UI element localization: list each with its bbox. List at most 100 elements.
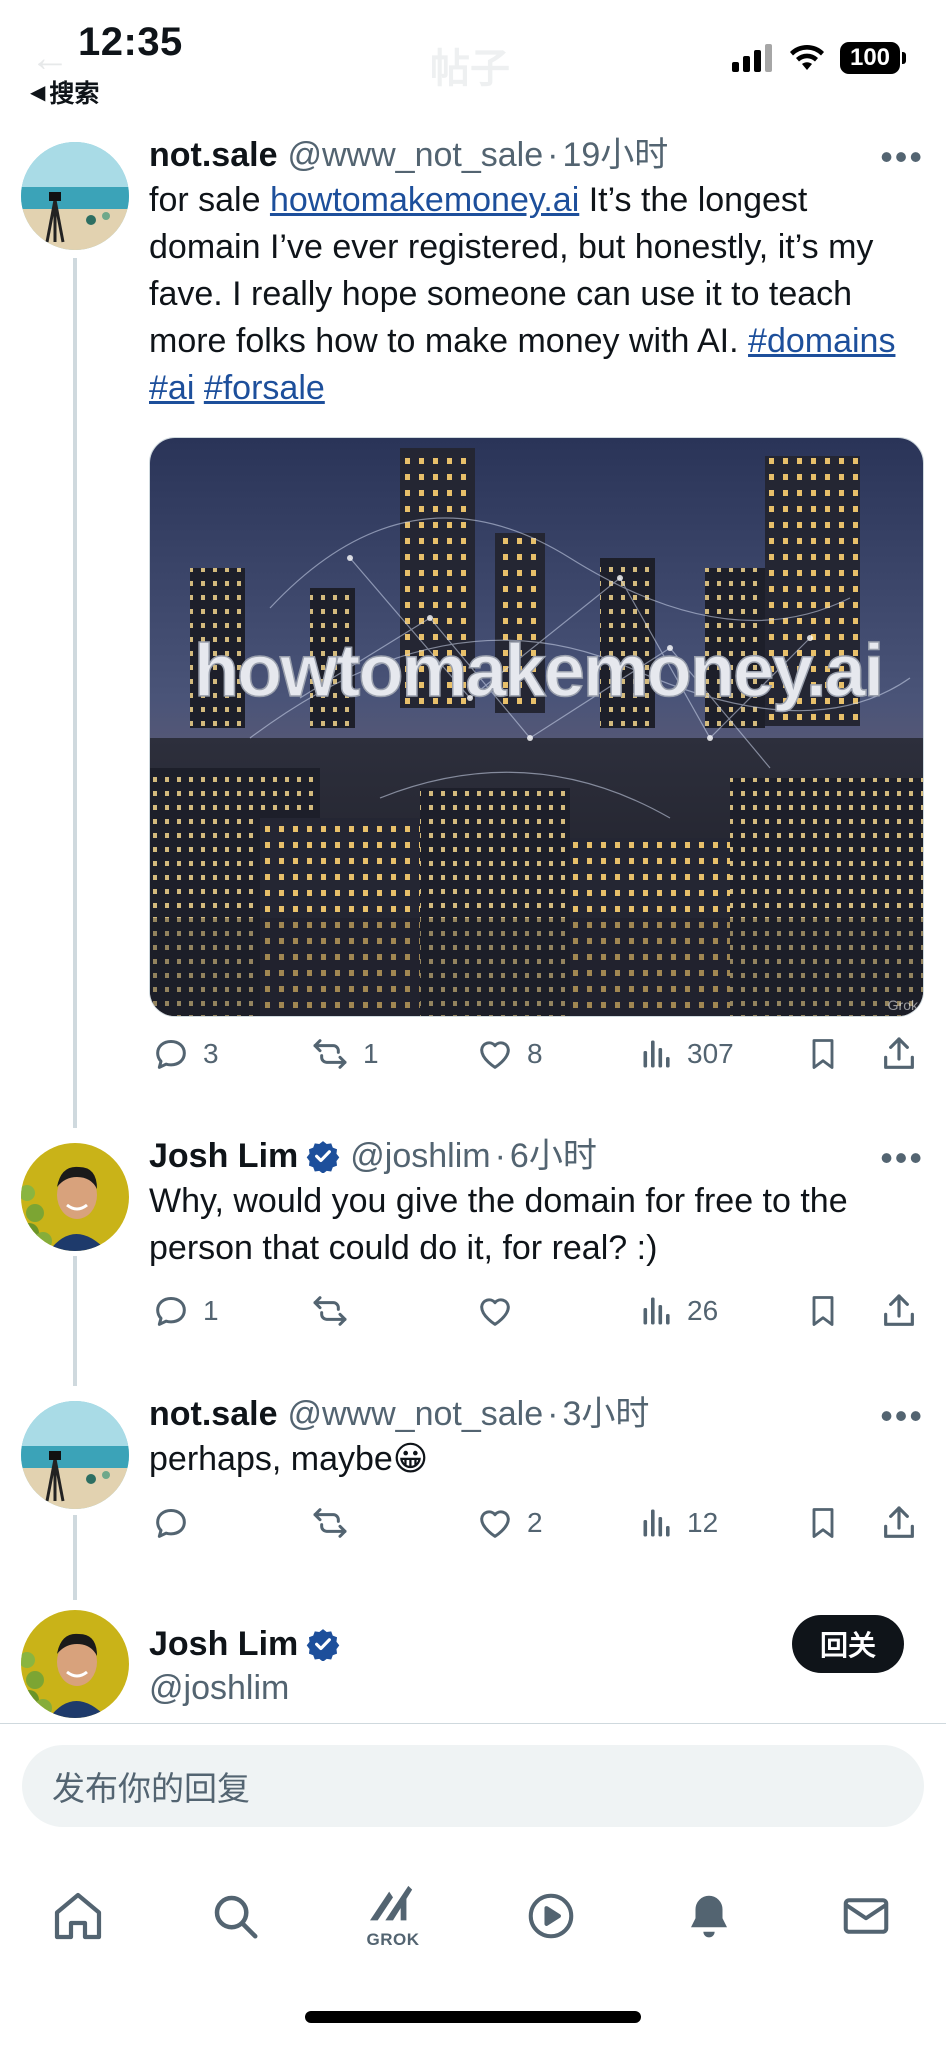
reply-icon	[156, 1297, 186, 1326]
views-button[interactable]: 12	[639, 1503, 718, 1543]
reply-author-header: Josh Lim @joshlim 回关	[0, 1598, 946, 1723]
views-chart-icon	[643, 1040, 670, 1068]
home-icon	[54, 1892, 102, 1940]
share-icon	[884, 1037, 914, 1069]
tab-video[interactable]	[511, 1876, 591, 1956]
beach-avatar-image	[21, 1401, 129, 1509]
domain-link[interactable]: howtomakemoney.ai	[270, 181, 579, 219]
separator-dot: ·	[547, 136, 559, 174]
post-content: not.sale @www_not_sale · 19小时 ••• for sa…	[149, 134, 924, 412]
reply-button[interactable]	[151, 1503, 203, 1543]
post-content: Josh Lim @joshlim · 6小时 ••• Why, would y…	[149, 1135, 924, 1272]
like-button[interactable]: 8	[475, 1034, 543, 1074]
post-actions: 1 26	[149, 1291, 924, 1341]
avatar[interactable]	[21, 1610, 129, 1718]
repost-icon	[313, 1039, 347, 1069]
status-icons: 100	[732, 42, 906, 74]
share-icon	[884, 1294, 914, 1326]
grok-icon	[370, 1885, 413, 1921]
tab-search[interactable]	[195, 1876, 275, 1956]
hashtag-link[interactable]: #ai	[149, 369, 194, 407]
repost-icon	[313, 1296, 347, 1326]
wifi-icon	[790, 44, 824, 70]
like-button[interactable]	[475, 1291, 527, 1331]
post-image[interactable]: howtomakemoney.ai Grok	[149, 437, 924, 1017]
follow-back-button[interactable]: 回关	[791, 1615, 904, 1673]
author-name[interactable]: not.sale	[149, 134, 277, 176]
author-handle[interactable]: @www_not_sale	[287, 1393, 543, 1435]
heart-icon	[480, 1041, 510, 1069]
views-count: 26	[687, 1295, 719, 1326]
views-button[interactable]: 307	[639, 1034, 734, 1074]
more-options-icon[interactable]: •••	[880, 139, 924, 175]
bookmark-button[interactable]	[805, 1034, 841, 1074]
heart-icon	[480, 1510, 510, 1538]
repost-button[interactable]: 1	[309, 1034, 379, 1074]
post-time[interactable]: 6小时	[510, 1135, 597, 1177]
post-time[interactable]: 3小时	[562, 1393, 649, 1435]
bookmark-icon	[812, 1508, 834, 1538]
views-button[interactable]: 26	[639, 1291, 718, 1331]
portrait-avatar-image	[21, 1610, 129, 1718]
reply-icon	[156, 1509, 186, 1538]
more-options-icon[interactable]: •••	[880, 1140, 924, 1176]
post-header: not.sale @www_not_sale · 3小时	[149, 1393, 924, 1435]
views-chart-icon	[643, 1509, 670, 1537]
reply-count: 3	[203, 1038, 219, 1069]
tab-messages[interactable]	[826, 1876, 906, 1956]
share-button[interactable]	[879, 1503, 919, 1543]
share-button[interactable]	[879, 1034, 919, 1074]
like-count: 8	[527, 1038, 543, 1069]
like-button[interactable]: 2	[475, 1503, 543, 1543]
author-name[interactable]: Josh Lim	[149, 1135, 298, 1177]
bottom-tab-bar: GROK	[0, 1858, 946, 1968]
bookmark-button[interactable]	[805, 1291, 841, 1331]
hashtag-link[interactable]: #forsale	[204, 369, 325, 407]
share-icon	[884, 1506, 914, 1538]
repost-button[interactable]	[309, 1291, 363, 1331]
repost-button[interactable]	[309, 1503, 363, 1543]
author-handle[interactable]: @www_not_sale	[287, 134, 543, 176]
back-to-search-label: 搜索	[49, 80, 100, 108]
bookmark-icon	[812, 1296, 834, 1326]
reply-author-handle-row: @joshlim	[149, 1667, 924, 1709]
reply-button[interactable]: 1	[151, 1291, 219, 1331]
reply-button[interactable]: 3	[151, 1034, 219, 1074]
avatar[interactable]	[21, 1401, 129, 1509]
avatar[interactable]	[21, 1143, 129, 1251]
author-handle[interactable]: @joshlim	[149, 1667, 289, 1709]
author-name[interactable]: Josh Lim	[149, 1623, 298, 1665]
back-triangle-icon: ◀	[30, 81, 46, 104]
battery-indicator: 100	[840, 42, 906, 74]
author-handle[interactable]: @joshlim	[350, 1135, 490, 1177]
reply-count: 1	[203, 1295, 219, 1326]
search-icon	[214, 1895, 258, 1939]
more-options-icon[interactable]: •••	[880, 1398, 924, 1434]
separator-dot: ·	[547, 1395, 559, 1433]
verified-badge-icon	[306, 1629, 340, 1661]
messages-icon	[843, 1898, 889, 1934]
tab-home[interactable]	[38, 1876, 118, 1956]
status-bar: ← 帖子 12:35 ◀ 搜索 100	[0, 0, 946, 110]
views-chart-icon	[643, 1297, 670, 1325]
tab-notifications[interactable]	[669, 1876, 749, 1956]
reply-input[interactable]: 发布你的回复	[22, 1745, 924, 1827]
thread-connector	[73, 258, 77, 1128]
heart-icon	[480, 1298, 510, 1326]
grok-label: GROK	[366, 1930, 420, 1949]
repost-icon	[313, 1508, 347, 1538]
back-to-search-button[interactable]: ◀ 搜索	[30, 74, 99, 110]
author-name[interactable]: not.sale	[149, 1393, 277, 1435]
notifications-icon	[691, 1895, 727, 1938]
bookmark-button[interactable]	[805, 1503, 841, 1543]
post-text: for sale howtomakemoney.ai It’s the long…	[149, 177, 924, 412]
bookmark-icon	[812, 1039, 834, 1069]
thread-connector	[73, 1256, 77, 1386]
tab-grok[interactable]: GROK	[353, 1876, 433, 1956]
post-content: not.sale @www_not_sale · 3小时 ••• perhaps…	[149, 1393, 924, 1483]
avatar[interactable]	[21, 142, 129, 250]
post-actions: 2 12	[149, 1503, 924, 1553]
hashtag-link[interactable]: #domains	[748, 322, 895, 360]
post-time[interactable]: 19小时	[562, 134, 668, 176]
share-button[interactable]	[879, 1291, 919, 1331]
